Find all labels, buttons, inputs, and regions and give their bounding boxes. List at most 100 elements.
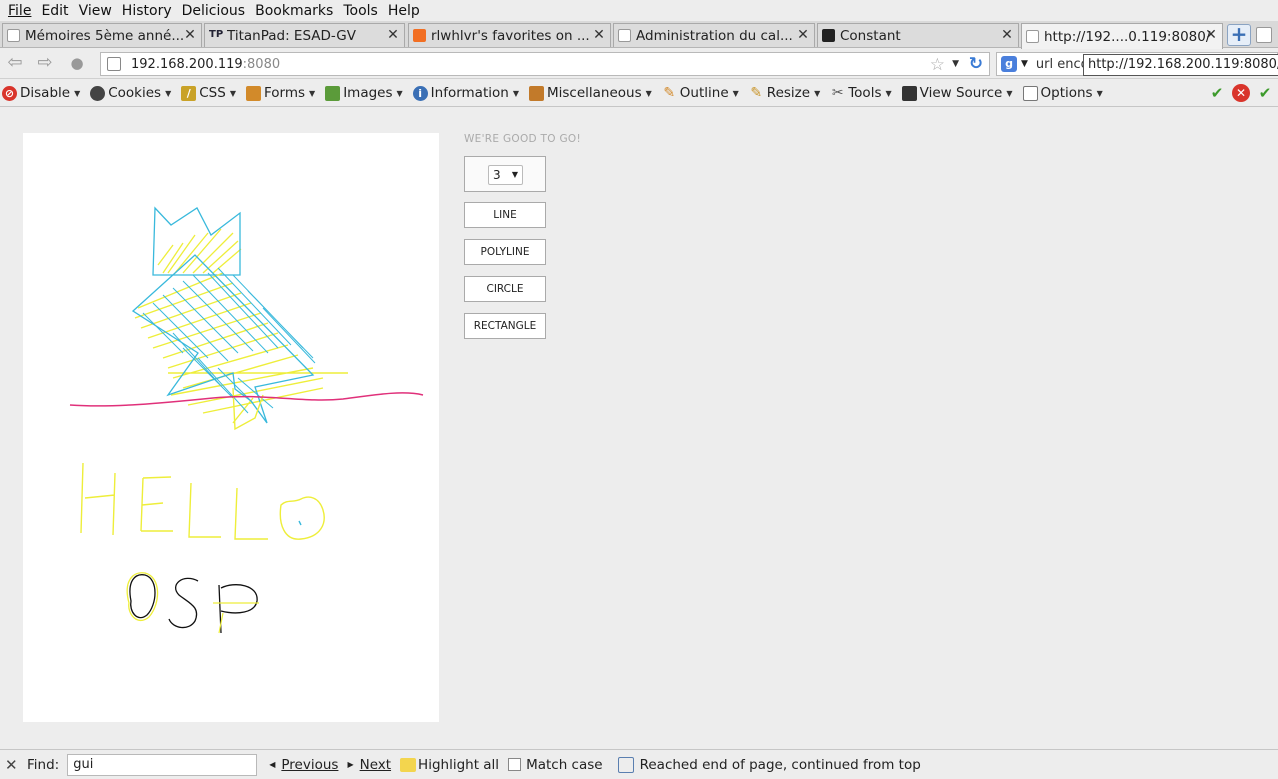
close-tab-icon[interactable]: ✕ <box>386 28 400 42</box>
bookmark-star-icon[interactable]: ☆ <box>930 55 945 75</box>
tab-soundcloud[interactable]: rlwhlvr's favorites on ... ✕ <box>408 23 611 47</box>
devbar-label: Resize <box>766 85 811 101</box>
devbar-tools[interactable]: ✂ Tools ▼ <box>830 84 892 101</box>
find-next-button[interactable]: ▶ Next <box>347 757 391 773</box>
new-tab-button[interactable]: + <box>1227 24 1251 46</box>
tab-memoires[interactable]: Mémoires 5ème anné... ✕ <box>2 23 202 47</box>
tools-icon: ✂ <box>831 84 844 101</box>
soundcloud-icon <box>413 29 426 42</box>
close-tab-icon[interactable]: ✕ <box>1204 28 1218 42</box>
devbar-miscellaneous[interactable]: Miscellaneous ▼ <box>528 85 652 101</box>
menu-help[interactable]: Help <box>383 3 425 19</box>
line-button[interactable]: LINE <box>464 202 546 228</box>
devbar-status-icons: ✔ ✕ ✔ <box>1208 84 1274 102</box>
menu-edit[interactable]: Edit <box>36 3 73 19</box>
page-icon <box>1026 30 1039 43</box>
close-tab-icon[interactable]: ✕ <box>1000 28 1014 42</box>
dropdown-arrow-icon: ▼ <box>229 88 236 98</box>
devbar-resize[interactable]: ✎ Resize ▼ <box>749 85 820 101</box>
status-message: WE'RE GOOD TO GO! <box>464 133 581 145</box>
find-previous-button[interactable]: ◀ Previous <box>269 757 338 773</box>
check-icon[interactable]: ✔ <box>1256 84 1274 102</box>
images-icon <box>325 85 341 101</box>
circle-button[interactable]: CIRCLE <box>464 276 546 302</box>
devbar-label: Information <box>430 85 509 101</box>
page-icon <box>7 29 20 42</box>
close-tab-icon[interactable]: ✕ <box>183 28 197 42</box>
stroke-size-value: 3 <box>493 168 501 182</box>
url-tooltip: http://192.168.200.119:8080/ <box>1083 54 1278 76</box>
match-case-checkbox[interactable]: Match case <box>508 757 603 773</box>
find-input[interactable]: gui <box>67 753 258 776</box>
menu-delicious[interactable]: Delicious <box>177 3 251 19</box>
find-bar: ✕ Find: gui ◀ Previous ▶ Next Highlight al… <box>0 749 1278 779</box>
tab-label: Mémoires 5ème anné... <box>25 27 185 44</box>
dropdown-arrow-icon: ▼ <box>512 88 519 98</box>
close-tab-icon[interactable]: ✕ <box>592 28 606 42</box>
devbar-label: CSS <box>199 85 226 101</box>
close-find-bar-icon[interactable]: ✕ <box>5 756 19 774</box>
close-tab-icon[interactable]: ✕ <box>796 28 810 42</box>
devbar-label: View Source <box>919 85 1003 101</box>
menu-file[interactable]: File <box>3 3 36 19</box>
chevron-down-icon: ▼ <box>511 170 518 179</box>
highlight-all-button[interactable]: Highlight all <box>400 757 499 773</box>
devbar-information[interactable]: i Information ▼ <box>412 85 519 101</box>
dropdown-arrow-icon: ▼ <box>1096 88 1103 98</box>
tab-label: http://192....0.119:8080/ <box>1044 28 1211 45</box>
devbar-forms[interactable]: Forms ▼ <box>245 85 316 101</box>
crown-outline <box>152 206 241 276</box>
checkbox-icon <box>508 758 522 771</box>
dropdown-arrow-icon: ▼ <box>885 88 892 98</box>
devbar-disable[interactable]: ⊘ Disable ▼ <box>2 85 80 101</box>
web-developer-toolbar: ⊘ Disable ▼ Cookies ▼ / CSS ▼ Forms ▼ Images ▼ … <box>0 80 1278 107</box>
yellow-scribble <box>232 387 264 431</box>
menu-view[interactable]: View <box>74 3 117 19</box>
tab-bar: Mémoires 5ème anné... ✕ TP TitanPad: ESA… <box>0 21 1278 49</box>
osp-lettering <box>126 572 259 634</box>
devbar-images[interactable]: Images ▼ <box>325 85 403 101</box>
forms-icon <box>245 85 261 101</box>
forward-icon[interactable]: ⇨ <box>33 54 57 74</box>
css-icon: / <box>181 85 197 101</box>
drawing-canvas[interactable] <box>23 133 439 722</box>
menu-tools[interactable]: Tools <box>338 3 383 19</box>
page-content: WE'RE GOOD TO GO! 3 ▼ LINE POLYLINE CIRC… <box>0 108 1278 749</box>
devbar-cookies[interactable]: Cookies ▼ <box>90 85 171 101</box>
url-bar[interactable]: 192.168.200.119:8080 ☆ ▼ ↻ <box>100 52 990 76</box>
check-green-icon[interactable]: ✔ <box>1208 84 1226 102</box>
dropdown-arrow-icon: ▼ <box>74 88 81 98</box>
menu-bookmarks[interactable]: Bookmarks <box>250 3 338 19</box>
devbar-view-source[interactable]: View Source ▼ <box>901 85 1013 101</box>
search-engine-dropdown-icon[interactable]: ▼ <box>1021 59 1028 69</box>
site-identity-icon[interactable]: ● <box>65 54 89 74</box>
rectangle-button[interactable]: RECTANGLE <box>464 313 546 339</box>
tab-list-icon[interactable] <box>1256 27 1272 43</box>
find-label: Find: <box>27 756 60 773</box>
outline-icon: ✎ <box>663 84 676 101</box>
polyline-button[interactable]: POLYLINE <box>464 239 546 265</box>
devbar-options[interactable]: Options ▼ <box>1022 85 1103 101</box>
devbar-css[interactable]: / CSS ▼ <box>181 85 236 101</box>
reload-icon[interactable]: ↻ <box>969 54 983 74</box>
tab-constant[interactable]: Constant ✕ <box>817 23 1019 47</box>
stroke-size-select[interactable]: 3 ▼ <box>488 165 523 185</box>
error-red-icon[interactable]: ✕ <box>1232 84 1250 102</box>
tab-administration[interactable]: Administration du cal... ✕ <box>613 23 815 47</box>
devbar-label: Outline <box>679 85 729 101</box>
menu-history[interactable]: History <box>117 3 177 19</box>
url-dropdown-icon[interactable]: ▼ <box>952 59 959 69</box>
tab-titanpad[interactable]: TP TitanPad: ESAD-GV ✕ <box>204 23 405 47</box>
previous-arrow-icon: ◀ <box>269 760 276 769</box>
crown-hatching <box>157 228 242 274</box>
devbar-outline[interactable]: ✎ Outline ▼ <box>662 84 739 101</box>
stroke-size-panel: 3 ▼ <box>464 156 546 192</box>
tab-active[interactable]: http://192....0.119:8080/ ✕ <box>1021 23 1223 49</box>
tab-label: Administration du cal... <box>636 27 793 44</box>
back-icon[interactable]: ⇦ <box>3 54 27 74</box>
google-icon[interactable]: g <box>1001 56 1017 72</box>
search-input[interactable]: url enco <box>1036 57 1089 72</box>
devbar-label: Tools <box>848 85 882 101</box>
dropdown-arrow-icon: ▼ <box>732 88 739 98</box>
dropdown-arrow-icon: ▼ <box>309 88 316 98</box>
